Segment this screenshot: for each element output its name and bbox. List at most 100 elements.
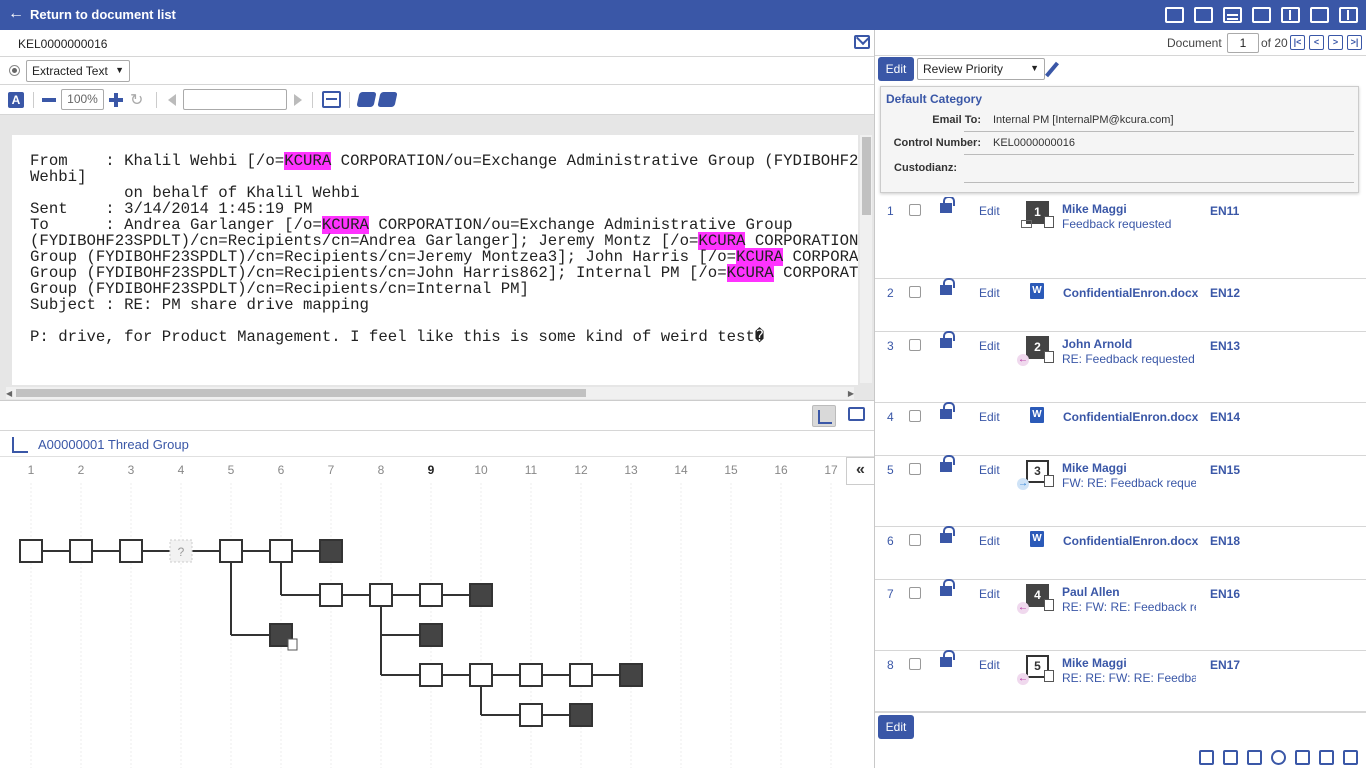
inclusive-email-node[interactable]	[569, 703, 593, 727]
inclusive-email-node[interactable]	[469, 583, 493, 607]
layout-icon[interactable]	[1281, 7, 1300, 23]
email-node[interactable]	[469, 663, 493, 687]
vertical-scroll-thumb[interactable]	[862, 137, 871, 215]
row-checkbox[interactable]	[909, 587, 921, 599]
document-row[interactable]: 8Edit5←Mike MaggiRE: RE: FW: RE: Feedbac…	[875, 650, 1366, 712]
row-edit-link[interactable]: Edit	[979, 658, 1000, 672]
zoom-level-input[interactable]: 100%	[61, 89, 104, 110]
preview-icon[interactable]	[1310, 7, 1329, 23]
email-node[interactable]	[319, 583, 343, 607]
email-node[interactable]	[569, 663, 593, 687]
persistent-highlight-icon[interactable]	[1343, 750, 1358, 765]
unlock-icon[interactable]	[940, 331, 955, 348]
sender-name-link[interactable]: Paul Allen	[1062, 585, 1120, 599]
horizontal-scroll-thumb[interactable]	[16, 389, 586, 397]
view-mode-select[interactable]: Extracted Text ▼	[26, 60, 130, 82]
email-node[interactable]	[19, 539, 43, 563]
unlock-icon[interactable]	[940, 197, 955, 213]
link-icon[interactable]	[1319, 750, 1334, 765]
print-icon[interactable]	[1194, 7, 1213, 23]
row-checkbox[interactable]	[909, 658, 921, 670]
sender-name-link[interactable]: Mike Maggi	[1062, 202, 1127, 216]
email-node[interactable]	[269, 539, 293, 563]
document-row[interactable]: 1 Edit 1 Mike Maggi Feedback requested EN11	[875, 197, 1366, 279]
document-icon[interactable]	[1295, 750, 1310, 765]
fit-width-icon[interactable]	[322, 91, 341, 108]
collapse-panel-button[interactable]: «	[846, 457, 874, 485]
history-icon[interactable]	[1271, 750, 1286, 765]
document-row[interactable]: 5Edit3→Mike MaggiFW: RE: Feedback reques…	[875, 455, 1366, 527]
document-row[interactable]: 2 Edit W ConfidentialEnron.docx EN12	[875, 278, 1366, 332]
next-document-button[interactable]: >	[1328, 35, 1343, 50]
zoom-out-icon[interactable]	[42, 98, 56, 102]
unlock-icon[interactable]	[940, 579, 955, 596]
file-name-link[interactable]: ConfidentialEnron.docx	[1063, 286, 1198, 300]
collapse-icon[interactable]	[1339, 7, 1358, 23]
vertical-scrollbar[interactable]	[860, 135, 872, 383]
edit-related-button[interactable]: Edit	[878, 715, 914, 739]
email-node[interactable]	[219, 539, 243, 563]
add-note-icon[interactable]	[1223, 750, 1238, 765]
fields-icon[interactable]	[1199, 750, 1214, 765]
sender-name-link[interactable]: Mike Maggi	[1062, 656, 1127, 670]
email-node[interactable]	[119, 539, 143, 563]
row-edit-link[interactable]: Edit	[979, 286, 1000, 300]
sender-name-link[interactable]: John Arnold	[1062, 337, 1132, 351]
row-edit-link[interactable]: Edit	[979, 534, 1000, 548]
next-hit-icon[interactable]	[294, 94, 302, 106]
document-row[interactable]: 7 Edit 4 ← Paul Allen RE: FW: RE: Feedback re…	[875, 579, 1366, 651]
previous-document-button[interactable]: <	[1309, 35, 1324, 50]
file-name-link[interactable]: ConfidentialEnron.docx	[1063, 410, 1198, 424]
clipboard-icon[interactable]	[1247, 750, 1262, 765]
unlock-icon[interactable]	[940, 455, 955, 472]
row-checkbox[interactable]	[909, 204, 921, 216]
email-node[interactable]	[519, 703, 543, 727]
row-checkbox[interactable]	[909, 463, 921, 475]
row-checkbox[interactable]	[909, 534, 921, 546]
rotate-icon[interactable]: ↻	[130, 90, 143, 110]
unlock-icon[interactable]	[940, 278, 955, 295]
thread-group-name[interactable]: A00000001 Thread Group	[38, 437, 189, 452]
edit-layout-button[interactable]: Edit	[878, 57, 914, 81]
unlock-icon[interactable]	[940, 650, 955, 667]
file-name-link[interactable]: ConfidentialEnron.docx	[1063, 534, 1198, 548]
scroll-left-icon[interactable]: ◀	[6, 389, 12, 398]
email-node[interactable]	[519, 663, 543, 687]
inclusive-email-node[interactable]	[619, 663, 643, 687]
inclusive-email-node[interactable]	[419, 623, 443, 647]
row-edit-link[interactable]: Edit	[979, 204, 1000, 218]
row-checkbox[interactable]	[909, 339, 921, 351]
pencil-icon[interactable]	[1045, 61, 1059, 78]
email-node[interactable]	[419, 663, 443, 687]
layout-select[interactable]: Review Priority ▼	[917, 58, 1045, 80]
row-checkbox[interactable]	[909, 286, 921, 298]
row-edit-link[interactable]: Edit	[979, 339, 1000, 353]
row-edit-link[interactable]: Edit	[979, 463, 1000, 477]
row-edit-link[interactable]: Edit	[979, 410, 1000, 424]
unlock-icon[interactable]	[940, 402, 955, 419]
highlight-previous-icon[interactable]	[356, 92, 377, 107]
email-node[interactable]	[419, 583, 443, 607]
inclusive-email-node[interactable]	[319, 539, 343, 563]
thread-view-button[interactable]	[812, 405, 836, 427]
return-to-document-list-link[interactable]: ← Return to document list	[8, 6, 176, 22]
monitor-icon[interactable]	[848, 407, 865, 421]
horizontal-scrollbar[interactable]: ◀ ▶	[6, 387, 854, 399]
document-row[interactable]: 6 Edit W ConfidentialEnron.docx EN18	[875, 526, 1366, 580]
font-size-icon[interactable]: A	[8, 92, 24, 108]
document-row[interactable]: 4 Edit W ConfidentialEnron.docx EN14	[875, 402, 1366, 456]
page-input[interactable]	[183, 89, 287, 110]
sender-name-link[interactable]: Mike Maggi	[1062, 461, 1127, 475]
window-icon[interactable]	[1252, 7, 1271, 23]
view-mode-radio[interactable]	[9, 65, 20, 76]
highlight-next-icon[interactable]	[377, 92, 398, 107]
email-node[interactable]	[69, 539, 93, 563]
previous-hit-icon[interactable]	[168, 94, 176, 106]
row-checkbox[interactable]	[909, 410, 921, 422]
row-edit-link[interactable]: Edit	[979, 587, 1000, 601]
zoom-in-icon[interactable]	[109, 93, 123, 107]
document-row[interactable]: 3 Edit 2 ← John Arnold RE: Feedback requested…	[875, 331, 1366, 403]
email-icon[interactable]	[854, 35, 870, 49]
last-document-button[interactable]: >|	[1347, 35, 1362, 50]
scroll-right-icon[interactable]: ▶	[848, 389, 854, 398]
